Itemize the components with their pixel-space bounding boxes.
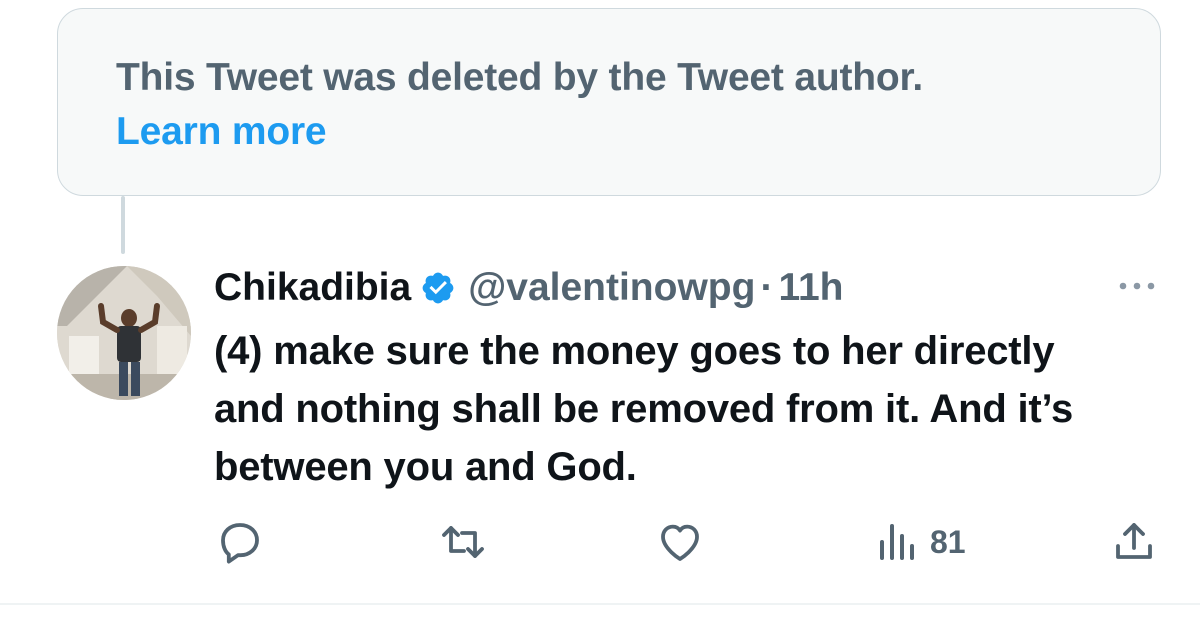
views-count: 81 xyxy=(930,523,966,560)
tweet-divider xyxy=(0,603,1200,605)
retweet-icon xyxy=(442,526,484,558)
heart-icon xyxy=(661,524,699,561)
learn-more-link[interactable]: Learn more xyxy=(116,105,923,159)
avatar-photo xyxy=(57,266,191,400)
tweet-header: Chikadibia @valentinowpg · 11h xyxy=(214,262,844,314)
avatar[interactable] xyxy=(57,266,191,400)
tweet-text: (4) make sure the money goes to her dire… xyxy=(214,329,1074,489)
user-handle[interactable]: @valentinowpg xyxy=(468,266,755,310)
tweet-timestamp[interactable]: 11h xyxy=(778,266,843,310)
retweet-button[interactable] xyxy=(439,518,487,566)
views-chart-icon xyxy=(880,524,914,560)
deleted-tweet-notice: This Tweet was deleted by the Tweet auth… xyxy=(57,8,1161,196)
more-horizontal-icon[interactable] xyxy=(1115,274,1159,298)
views-button[interactable]: 81 xyxy=(876,518,966,566)
share-button[interactable] xyxy=(1110,518,1158,566)
like-button[interactable] xyxy=(656,518,704,566)
separator-dot: · xyxy=(760,266,774,309)
verified-badge-icon[interactable] xyxy=(420,270,456,306)
share-icon xyxy=(1116,523,1152,559)
reply-icon xyxy=(221,523,259,564)
display-name[interactable]: Chikadibia xyxy=(214,266,411,310)
deleted-tweet-message: This Tweet was deleted by the Tweet auth… xyxy=(116,56,923,99)
thread-connector-line xyxy=(121,196,125,254)
reply-button[interactable] xyxy=(216,518,264,566)
